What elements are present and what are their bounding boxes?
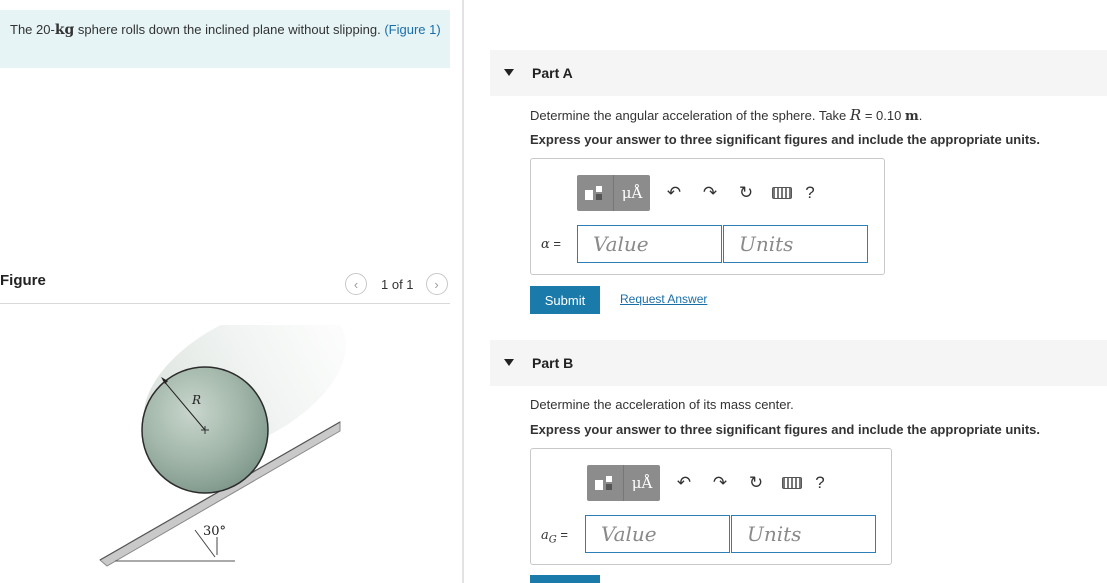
accel-subscript: G (548, 534, 557, 546)
units-symbol-button[interactable]: μÅ (624, 465, 660, 501)
part-b-submit-button[interactable] (530, 575, 600, 583)
alpha-symbol: α (541, 237, 550, 252)
part-a-toolbar: μÅ ↶ ↷ ↻ ? (577, 175, 820, 211)
pager-text: 1 of 1 (381, 276, 414, 292)
problem-text-after: sphere rolls down the inclined plane wit… (74, 22, 385, 37)
reset-icon[interactable]: ↻ (738, 465, 774, 501)
redo-icon[interactable]: ↷ (702, 465, 738, 501)
part-a-equals: = (549, 236, 561, 251)
caret-down-icon (504, 359, 514, 366)
figure-pager: ‹ 1 of 1 › (345, 273, 448, 295)
reset-icon[interactable]: ↻ (728, 175, 764, 211)
part-b-question: Determine the acceleration of its mass c… (530, 397, 794, 412)
part-a-var: R (849, 106, 862, 124)
part-a-value-input[interactable]: Value (577, 225, 722, 263)
part-a-instruction: Express your answer to three significant… (530, 132, 1040, 147)
part-b-value-input[interactable]: Value (585, 515, 730, 553)
undo-icon[interactable]: ↶ (666, 465, 702, 501)
part-a-header[interactable]: Part A (490, 50, 1107, 96)
part-a-question-text: Determine the angular acceleration of th… (530, 108, 850, 123)
caret-down-icon (504, 69, 514, 76)
help-button[interactable]: ? (800, 175, 820, 211)
angle-label: 30° (203, 524, 226, 539)
part-a-question: Determine the angular acceleration of th… (530, 106, 922, 124)
part-a-title: Part A (532, 65, 573, 81)
part-b-units-input[interactable]: Units (731, 515, 876, 553)
part-a-answer-box: μÅ ↶ ↷ ↻ ? α = Value Units (530, 158, 885, 275)
part-b-title: Part B (532, 355, 574, 371)
part-a-end: . (918, 108, 923, 123)
figure-label: Figure (0, 272, 46, 289)
part-a-eq: = 0.10 (861, 108, 905, 123)
help-button[interactable]: ? (810, 465, 830, 501)
keyboard-icon[interactable] (764, 175, 800, 211)
problem-text-before: The 20- (10, 22, 55, 37)
templates-icon[interactable] (587, 465, 624, 501)
figure-link[interactable]: (Figure 1) (384, 22, 440, 37)
accel-symbol: a (541, 528, 549, 543)
part-b-toolbar: μÅ ↶ ↷ ↻ ? (587, 465, 830, 501)
part-a-answer-label: α = (541, 236, 561, 252)
part-a-template-group: μÅ (577, 175, 650, 211)
problem-mass-unit: kg (54, 22, 75, 38)
column-divider (462, 0, 464, 583)
radius-label: R (191, 393, 201, 407)
problem-statement: The 20-kg sphere rolls down the inclined… (0, 10, 450, 68)
chevron-left-icon[interactable]: ‹ (345, 273, 367, 295)
templates-icon[interactable] (577, 175, 614, 211)
sphere-incline-figure: 30° R (99, 325, 347, 567)
part-b-template-group: μÅ (587, 465, 660, 501)
part-b-answer-label: aG = (541, 527, 568, 546)
part-b-header[interactable]: Part B (490, 340, 1107, 386)
submit-button[interactable]: Submit (530, 286, 600, 314)
request-answer-link[interactable]: Request Answer (620, 292, 707, 306)
keyboard-icon[interactable] (774, 465, 810, 501)
part-a-units-input[interactable]: Units (723, 225, 868, 263)
part-b-instruction: Express your answer to three significant… (530, 422, 1040, 437)
part-a-unit: m (904, 109, 919, 124)
undo-icon[interactable]: ↶ (656, 175, 692, 211)
units-symbol-button[interactable]: μÅ (614, 175, 650, 211)
part-b-equals: = (556, 527, 568, 542)
chevron-right-icon[interactable]: › (425, 273, 448, 295)
part-b-answer-box: μÅ ↶ ↷ ↻ ? aG = Value Units (530, 448, 892, 565)
figure-header: Figure ‹ 1 of 1 › (0, 270, 450, 304)
redo-icon[interactable]: ↷ (692, 175, 728, 211)
